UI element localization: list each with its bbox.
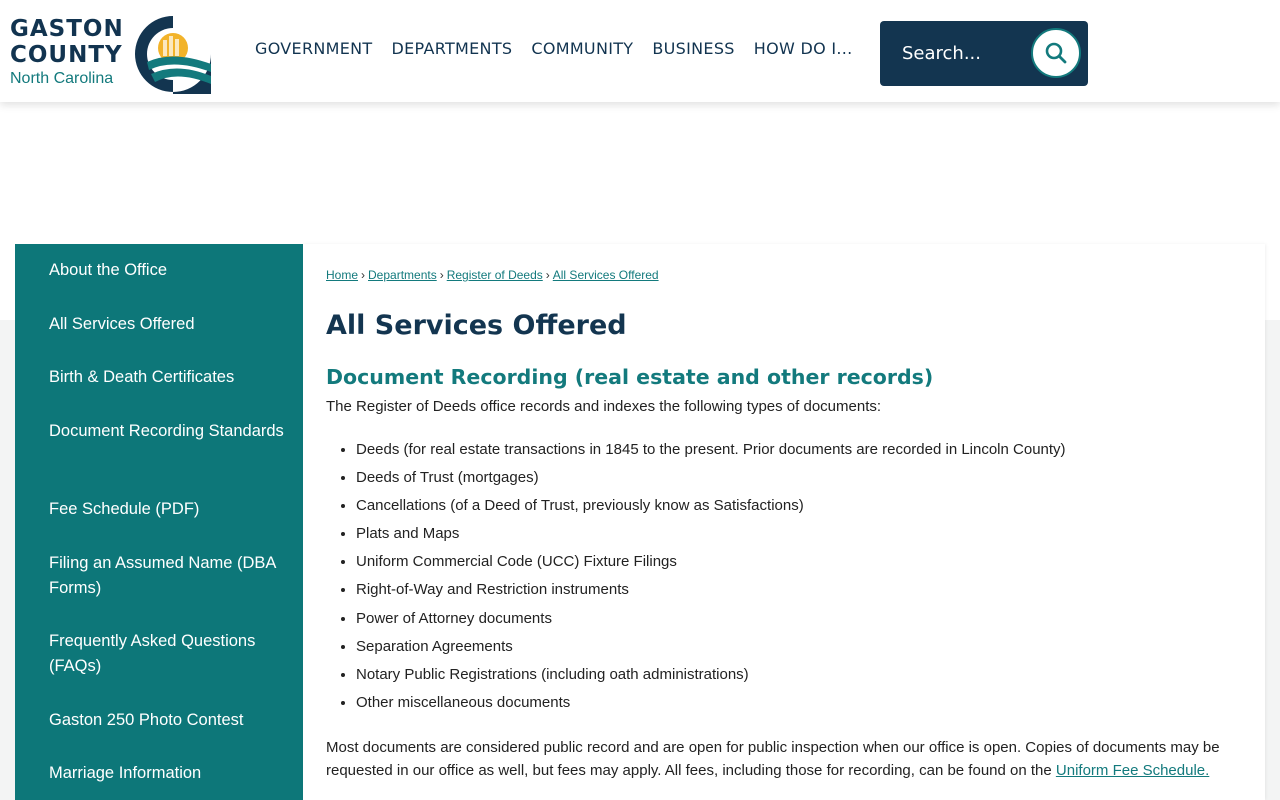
sidebar-item-photo-contest[interactable]: Gaston 250 Photo Contest: [49, 708, 289, 733]
county-emblem-icon: [135, 16, 211, 94]
sidebar-item-birth-death[interactable]: Birth & Death Certificates: [49, 365, 289, 390]
list-item: Notary Public Registrations (including o…: [356, 665, 1066, 693]
sidebar-item-marriage[interactable]: Marriage Information: [49, 761, 289, 786]
list-item: Right-of-Way and Restriction instruments: [356, 580, 1066, 608]
logo-text: GASTON COUNTY North Carolina: [10, 16, 124, 89]
breadcrumb: Home › Departments › Register of Deeds › All S…: [326, 268, 659, 282]
breadcrumb-current[interactable]: All Services Offered: [553, 268, 659, 282]
sidebar-item-recording-standards[interactable]: Document Recording Standards: [49, 419, 289, 444]
search-button[interactable]: [1031, 28, 1081, 78]
breadcrumb-separator: ›: [361, 268, 366, 282]
breadcrumb-separator: ›: [545, 268, 550, 282]
list-item: Separation Agreements: [356, 637, 1066, 665]
gaston-county-logo[interactable]: GASTON COUNTY North Carolina: [10, 14, 215, 94]
logo-line-gaston: GASTON: [10, 16, 124, 42]
main-nav: GOVERNMENT DEPARTMENTS COMMUNITY BUSINES…: [255, 38, 853, 60]
logo-line-state: North Carolina: [10, 70, 114, 87]
sidebar-item-all-services[interactable]: All Services Offered: [49, 312, 289, 337]
sidebar-item-about[interactable]: About the Office: [49, 258, 289, 283]
intro-text: The Register of Deeds office records and…: [326, 398, 882, 415]
breadcrumb-separator: ›: [439, 268, 444, 282]
public-record-paragraph: Most documents are considered public rec…: [326, 736, 1246, 782]
search-input[interactable]: [902, 39, 1022, 67]
nav-community[interactable]: COMMUNITY: [531, 38, 633, 60]
list-item: Deeds (for real estate transactions in 1…: [356, 440, 1066, 468]
breadcrumb-register-of-deeds[interactable]: Register of Deeds: [447, 268, 543, 282]
page-title: All Services Offered: [326, 310, 627, 341]
sidebar-nav: About the Office All Services Offered Bi…: [15, 244, 303, 800]
list-item: Plats and Maps: [356, 524, 1066, 552]
list-item: Other miscellaneous documents: [356, 693, 1066, 721]
list-item: Power of Attorney documents: [356, 609, 1066, 637]
list-item: Uniform Commercial Code (UCC) Fixture Fi…: [356, 552, 1066, 580]
document-types-list: Deeds (for real estate transactions in 1…: [356, 440, 1066, 721]
breadcrumb-departments[interactable]: Departments: [368, 268, 437, 282]
sidebar-item-fee-schedule[interactable]: Fee Schedule (PDF): [49, 497, 289, 522]
nav-business[interactable]: BUSINESS: [652, 38, 734, 60]
nav-how-do-i[interactable]: HOW DO I...: [754, 38, 853, 60]
nav-departments[interactable]: DEPARTMENTS: [392, 38, 513, 60]
main-content: Home › Departments › Register of Deeds › All S…: [303, 244, 1265, 800]
site-header: GASTON COUNTY North Carolina GOVERNMENT …: [0, 0, 1280, 102]
nav-government[interactable]: GOVERNMENT: [255, 38, 373, 60]
list-item: Cancellations (of a Deed of Trust, previ…: [356, 496, 1066, 524]
uniform-fee-schedule-link[interactable]: Uniform Fee Schedule.: [1056, 762, 1209, 779]
section-title: Document Recording (real estate and othe…: [326, 365, 934, 389]
breadcrumb-home[interactable]: Home: [326, 268, 358, 282]
list-item: Deeds of Trust (mortgages): [356, 468, 1066, 496]
sidebar-item-assumed-name[interactable]: Filing an Assumed Name (DBA Forms): [49, 551, 289, 601]
logo-line-county: COUNTY: [10, 42, 123, 68]
search-icon: [1045, 42, 1067, 64]
sidebar-item-faqs[interactable]: Frequently Asked Questions (FAQs): [49, 629, 289, 679]
